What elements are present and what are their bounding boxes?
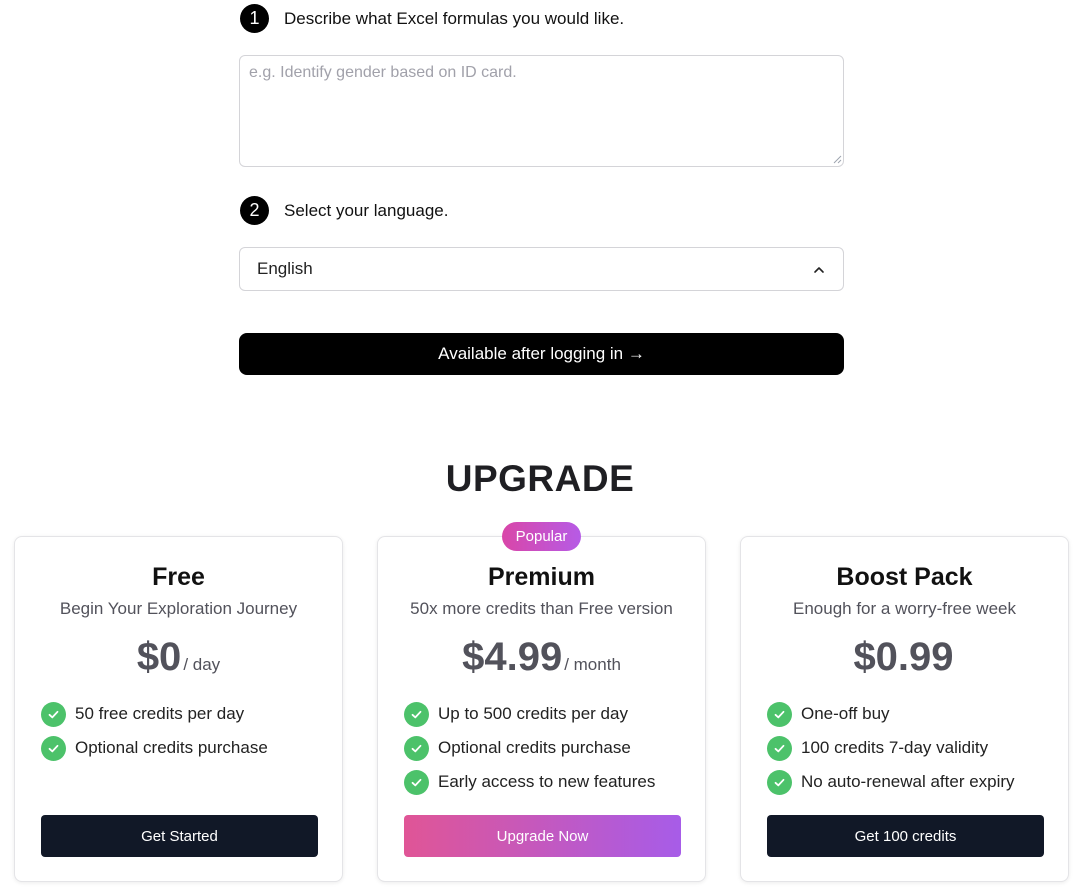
feature-item: 100 credits 7-day validity bbox=[767, 731, 1015, 765]
check-icon bbox=[767, 701, 792, 727]
plan-subtitle: Begin Your Exploration Journey bbox=[59, 599, 298, 618]
check-icon bbox=[767, 769, 792, 795]
feature-text: Optional credits purchase bbox=[75, 738, 268, 757]
feature-item: Up to 500 credits per day bbox=[404, 697, 655, 731]
step-number-1: 1 bbox=[240, 4, 269, 33]
plan-card-boost-pack: Boost Pack Enough for a worry-free week … bbox=[740, 536, 1069, 882]
step-2: 2 Select your language. bbox=[240, 196, 448, 225]
plan-name: Boost Pack bbox=[836, 563, 973, 591]
plan-features: 50 free credits per day Optional credits… bbox=[41, 697, 268, 765]
upgrade-now-button[interactable]: Upgrade Now bbox=[404, 815, 681, 857]
formula-description-input[interactable] bbox=[239, 55, 844, 167]
step-1-label: Describe what Excel formulas you would l… bbox=[284, 8, 625, 28]
feature-text: Optional credits purchase bbox=[438, 738, 631, 757]
feature-item: No auto-renewal after expiry bbox=[767, 765, 1015, 799]
plan-subtitle: Enough for a worry-free week bbox=[793, 599, 1016, 618]
plan-name: Premium bbox=[488, 563, 595, 591]
language-select[interactable]: English bbox=[239, 247, 844, 291]
plan-card-free: Free Begin Your Exploration Journey $0/ … bbox=[14, 536, 343, 882]
get-100-credits-button[interactable]: Get 100 credits bbox=[767, 815, 1044, 857]
check-icon bbox=[404, 769, 429, 795]
feature-item: Optional credits purchase bbox=[404, 731, 655, 765]
plan-features: Up to 500 credits per day Optional credi… bbox=[404, 697, 655, 799]
language-select-value: English bbox=[257, 259, 313, 278]
plan-price-row: $4.99/ month bbox=[378, 635, 705, 680]
check-icon bbox=[41, 701, 66, 727]
plan-period: / day bbox=[183, 655, 221, 674]
plan-features: One-off buy 100 credits 7-day validity N… bbox=[767, 697, 1015, 799]
feature-item: 50 free credits per day bbox=[41, 697, 268, 731]
plan-name: Free bbox=[152, 563, 205, 591]
get-started-button[interactable]: Get Started bbox=[41, 815, 318, 857]
plan-price-row: $0/ day bbox=[15, 635, 342, 680]
plan-price: $4.99 bbox=[462, 635, 563, 679]
plan-price: $0 bbox=[136, 635, 182, 679]
feature-item: Early access to new features bbox=[404, 765, 655, 799]
feature-text: Up to 500 credits per day bbox=[438, 704, 628, 723]
feature-text: 50 free credits per day bbox=[75, 704, 245, 723]
check-icon bbox=[404, 735, 429, 761]
feature-text: One-off buy bbox=[801, 704, 890, 723]
step-number-2: 2 bbox=[240, 196, 269, 225]
feature-item: One-off buy bbox=[767, 697, 1015, 731]
popular-badge: Popular bbox=[502, 522, 581, 551]
plan-price: $0.99 bbox=[853, 635, 954, 679]
check-icon bbox=[41, 735, 66, 761]
plan-price-row: $0.99 bbox=[741, 635, 1068, 680]
step-1: 1 Describe what Excel formulas you would… bbox=[240, 4, 624, 33]
feature-text: 100 credits 7-day validity bbox=[801, 738, 989, 757]
step-2-label: Select your language. bbox=[284, 200, 449, 220]
login-button[interactable]: Available after logging in → bbox=[239, 333, 844, 375]
plan-card-premium: Premium 50x more credits than Free versi… bbox=[377, 536, 706, 882]
feature-item: Optional credits purchase bbox=[41, 731, 268, 765]
chevron-up-icon bbox=[814, 267, 824, 273]
feature-text: No auto-renewal after expiry bbox=[801, 772, 1015, 791]
resize-grip-icon[interactable] bbox=[832, 154, 842, 164]
feature-text: Early access to new features bbox=[438, 772, 656, 791]
plan-period: / month bbox=[564, 655, 621, 674]
upgrade-heading: UPGRADE bbox=[445, 458, 635, 499]
check-icon bbox=[767, 735, 792, 761]
plan-subtitle: 50x more credits than Free version bbox=[410, 599, 673, 618]
check-icon bbox=[404, 701, 429, 727]
